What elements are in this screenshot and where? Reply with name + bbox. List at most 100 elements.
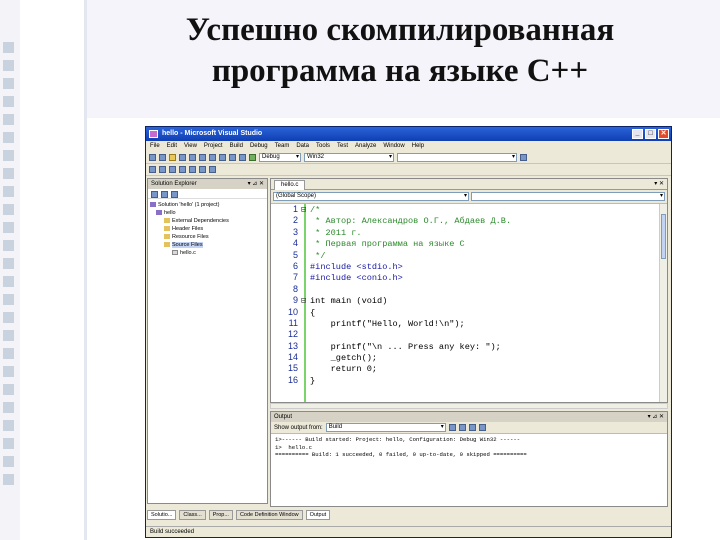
scope-combo[interactable]: (Global Scope) xyxy=(273,192,469,201)
open-folder-icon[interactable] xyxy=(169,154,176,161)
code-line[interactable]: 16} xyxy=(271,375,659,386)
member-combo[interactable] xyxy=(471,192,665,201)
code-line[interactable]: 8 xyxy=(271,284,659,295)
line-text: * Первая программа на языке С xyxy=(310,239,465,250)
line-text: printf("\n ... Press any key: "); xyxy=(310,341,501,352)
tree-item-source-files[interactable]: Source Files xyxy=(150,241,265,249)
undo-icon[interactable] xyxy=(229,154,236,161)
code-line[interactable]: 2 * Автор: Александров О.Г., Абдаев Д.В. xyxy=(271,215,659,226)
toolbar-icon-b[interactable] xyxy=(159,166,166,173)
start-debugging-icon[interactable] xyxy=(249,154,256,161)
menu-view[interactable]: View xyxy=(184,141,197,152)
tab-class-view[interactable]: Class... xyxy=(179,510,206,520)
menu-window[interactable]: Window xyxy=(383,141,404,152)
code-line[interactable]: 13 printf("\n ... Press any key: "); xyxy=(271,341,659,352)
output-source-combo[interactable]: Build xyxy=(325,423,446,432)
toolbar-icon-e[interactable] xyxy=(189,166,196,173)
code-line[interactable]: 14 _getch(); xyxy=(271,352,659,363)
folder-icon xyxy=(164,218,170,224)
code-line[interactable]: 15 return 0; xyxy=(271,363,659,374)
tree-item-external-dependencies[interactable]: External Dependencies xyxy=(150,217,265,225)
clear-all-icon[interactable] xyxy=(468,424,476,431)
menu-debug[interactable]: Debug xyxy=(250,141,268,152)
tab-properties[interactable]: Prop... xyxy=(208,510,233,520)
tree-item-solution[interactable]: Solution 'hello' (1 project) xyxy=(150,201,265,209)
folder-icon xyxy=(164,242,170,248)
find-combo[interactable] xyxy=(397,153,517,162)
maximize-button[interactable]: □ xyxy=(645,129,656,139)
menu-data[interactable]: Data xyxy=(296,141,309,152)
go-to-next-message-icon[interactable] xyxy=(458,424,466,431)
menu-test[interactable]: Test xyxy=(337,141,348,152)
tree-item-source-file[interactable]: hello.c xyxy=(150,249,265,257)
save-icon[interactable] xyxy=(179,154,186,161)
tree-item-project[interactable]: hello xyxy=(150,209,265,217)
menu-project[interactable]: Project xyxy=(204,141,223,152)
line-text: #include <stdio.h> xyxy=(310,261,403,272)
solution-platform-combo[interactable]: Win32 xyxy=(304,153,394,162)
code-area[interactable]: 1 ⊟/* 2 * Автор: Александров О.Г., Абдаев … xyxy=(271,204,659,402)
code-line[interactable]: 1 ⊟/* xyxy=(271,204,659,215)
code-line[interactable]: 9 ⊟ int main (void) xyxy=(271,295,659,306)
menu-file[interactable]: File xyxy=(150,141,160,152)
editor-tab-strip: hello.c ▾ ✕ xyxy=(271,179,667,190)
save-all-icon[interactable] xyxy=(189,154,196,161)
menu-build[interactable]: Build xyxy=(230,141,243,152)
code-line[interactable]: 10 { xyxy=(271,307,659,318)
menu-help[interactable]: Help xyxy=(412,141,424,152)
paste-icon[interactable] xyxy=(219,154,226,161)
word-wrap-icon[interactable] xyxy=(478,424,486,431)
code-line[interactable]: 7 #include <conio.h> xyxy=(271,272,659,283)
refresh-icon[interactable] xyxy=(171,191,178,198)
bottom-tab-strip: Solutio... Class... Prop... Code Definit… xyxy=(147,510,671,520)
minimize-button[interactable]: _ xyxy=(632,129,643,139)
solution-explorer-toolbar xyxy=(148,189,267,199)
ide-window: hello - Microsoft Visual Studio _ □ ✕ Fi… xyxy=(145,126,672,538)
tab-solution-explorer[interactable]: Solutio... xyxy=(147,510,177,520)
editor-tab-controls[interactable]: ▾ ✕ xyxy=(654,179,664,190)
output-header: Output ▾ ⊿ ✕ xyxy=(271,412,667,422)
toolbar-icon-g[interactable] xyxy=(209,166,216,173)
menu-analyze[interactable]: Analyze xyxy=(355,141,376,152)
editor-vertical-scrollbar[interactable] xyxy=(659,204,667,402)
code-line[interactable]: 4 * Первая программа на языке С xyxy=(271,238,659,249)
close-button[interactable]: ✕ xyxy=(658,129,669,139)
code-line[interactable]: 11 printf("Hello, World!\n"); xyxy=(271,318,659,329)
code-line[interactable]: 6 #include <stdio.h> xyxy=(271,261,659,272)
cut-icon[interactable] xyxy=(199,154,206,161)
tab-source-file[interactable]: hello.c xyxy=(274,180,306,190)
go-to-prev-message-icon[interactable] xyxy=(448,424,456,431)
toolbar-icon-d[interactable] xyxy=(179,166,186,173)
show-all-files-icon[interactable] xyxy=(161,191,168,198)
find-in-files-icon[interactable] xyxy=(520,154,527,161)
menu-tools[interactable]: Tools xyxy=(316,141,330,152)
line-text: int main (void) xyxy=(310,296,388,307)
solution-explorer-pin-controls[interactable]: ▾ ⊿ ✕ xyxy=(248,179,264,189)
copy-icon[interactable] xyxy=(209,154,216,161)
tree-item-resource-files[interactable]: Resource Files xyxy=(150,233,265,241)
new-project-icon[interactable] xyxy=(149,154,156,161)
tab-code-definition[interactable]: Code Definition Window xyxy=(235,510,303,520)
add-item-icon[interactable] xyxy=(159,154,166,161)
line-text: * 2011 г. xyxy=(310,227,362,238)
folder-icon xyxy=(164,226,170,232)
tab-output[interactable]: Output xyxy=(305,510,331,520)
menu-edit[interactable]: Edit xyxy=(167,141,177,152)
toolbar-icon-f[interactable] xyxy=(199,166,206,173)
code-line[interactable]: 12 xyxy=(271,329,659,340)
redo-icon[interactable] xyxy=(239,154,246,161)
tree-item-header-files[interactable]: Header Files xyxy=(150,225,265,233)
output-pin-controls[interactable]: ▾ ⊿ ✕ xyxy=(648,412,664,422)
properties-icon[interactable] xyxy=(151,191,158,198)
window-titlebar[interactable]: hello - Microsoft Visual Studio _ □ ✕ xyxy=(146,127,671,141)
menu-team[interactable]: Team xyxy=(275,141,290,152)
toolbar-icon-c[interactable] xyxy=(169,166,176,173)
code-line[interactable]: 5 */ xyxy=(271,250,659,261)
scroll-thumb[interactable] xyxy=(661,214,666,259)
tree-item-label: Resource Files xyxy=(172,234,209,240)
code-line[interactable]: 3 * 2011 г. xyxy=(271,227,659,238)
toolbar-icon-a[interactable] xyxy=(149,166,156,173)
solution-configuration-combo[interactable]: Debug xyxy=(259,153,301,162)
editor-horizontal-scrollbar[interactable] xyxy=(270,403,668,409)
line-text: { xyxy=(310,307,316,318)
